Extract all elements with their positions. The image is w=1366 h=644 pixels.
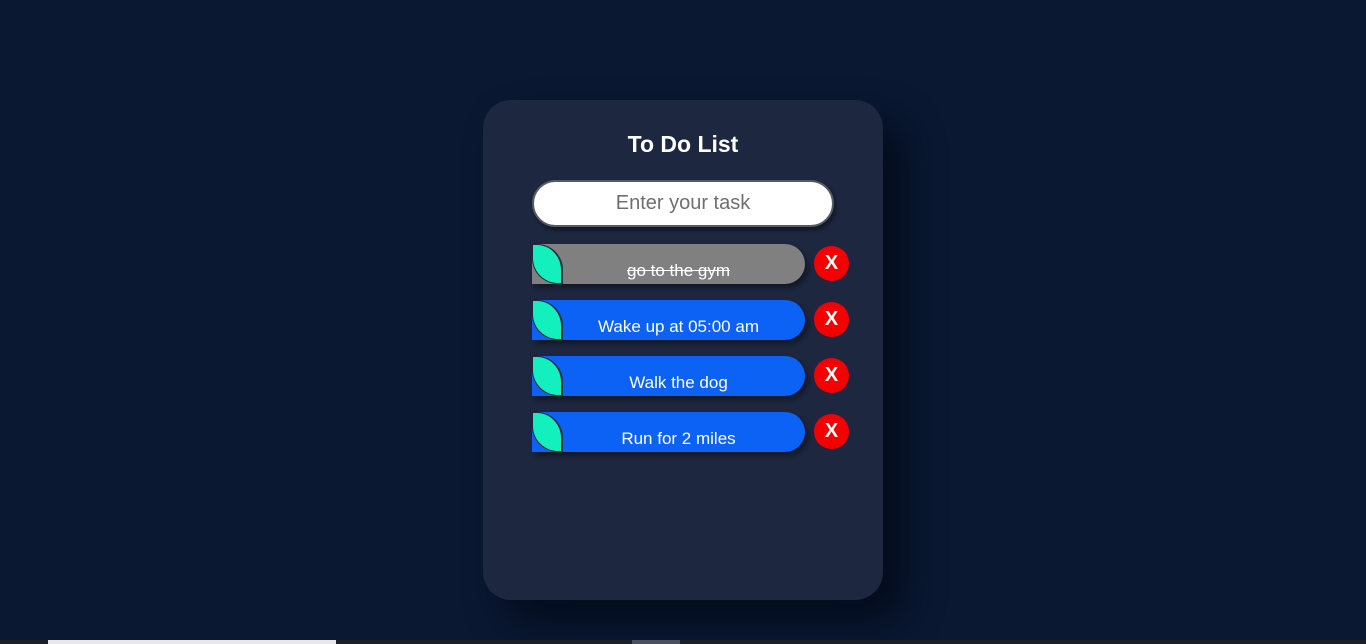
list-item: go to the gym X (532, 244, 862, 284)
page: To Do List go to the gym X Wake up at 05… (0, 0, 1366, 644)
delete-task-button[interactable]: X (814, 246, 849, 281)
task-item-toggle[interactable]: go to the gym (532, 244, 805, 284)
leaf-check-icon[interactable] (532, 412, 563, 452)
leaf-check-icon[interactable] (532, 356, 563, 396)
task-input[interactable] (532, 180, 834, 227)
horizontal-scrollbar[interactable] (0, 640, 1366, 644)
page-title: To Do List (627, 131, 739, 157)
task-item-toggle[interactable]: Run for 2 miles (532, 412, 805, 452)
list-item: Walk the dog X (532, 356, 862, 396)
list-item: Wake up at 05:00 am X (532, 300, 862, 340)
scrollbar-thumb[interactable] (48, 640, 336, 644)
task-label: Walk the dog (629, 373, 728, 392)
task-label: go to the gym (626, 261, 730, 280)
leaf-check-icon[interactable] (532, 300, 563, 340)
delete-task-button[interactable]: X (814, 414, 849, 449)
todo-card: To Do List go to the gym X Wake up at 05… (483, 100, 883, 600)
task-label: Wake up at 05:00 am (598, 317, 759, 336)
delete-task-button[interactable]: X (814, 358, 849, 393)
task-list: go to the gym X Wake up at 05:00 am X Wa… (532, 244, 862, 468)
delete-task-button[interactable]: X (814, 302, 849, 337)
task-label: Run for 2 miles (621, 429, 736, 448)
scrollbar-segment (632, 640, 680, 644)
leaf-check-icon[interactable] (532, 244, 563, 284)
task-item-toggle[interactable]: Wake up at 05:00 am (532, 300, 805, 340)
task-item-toggle[interactable]: Walk the dog (532, 356, 805, 396)
list-item: Run for 2 miles X (532, 412, 862, 452)
